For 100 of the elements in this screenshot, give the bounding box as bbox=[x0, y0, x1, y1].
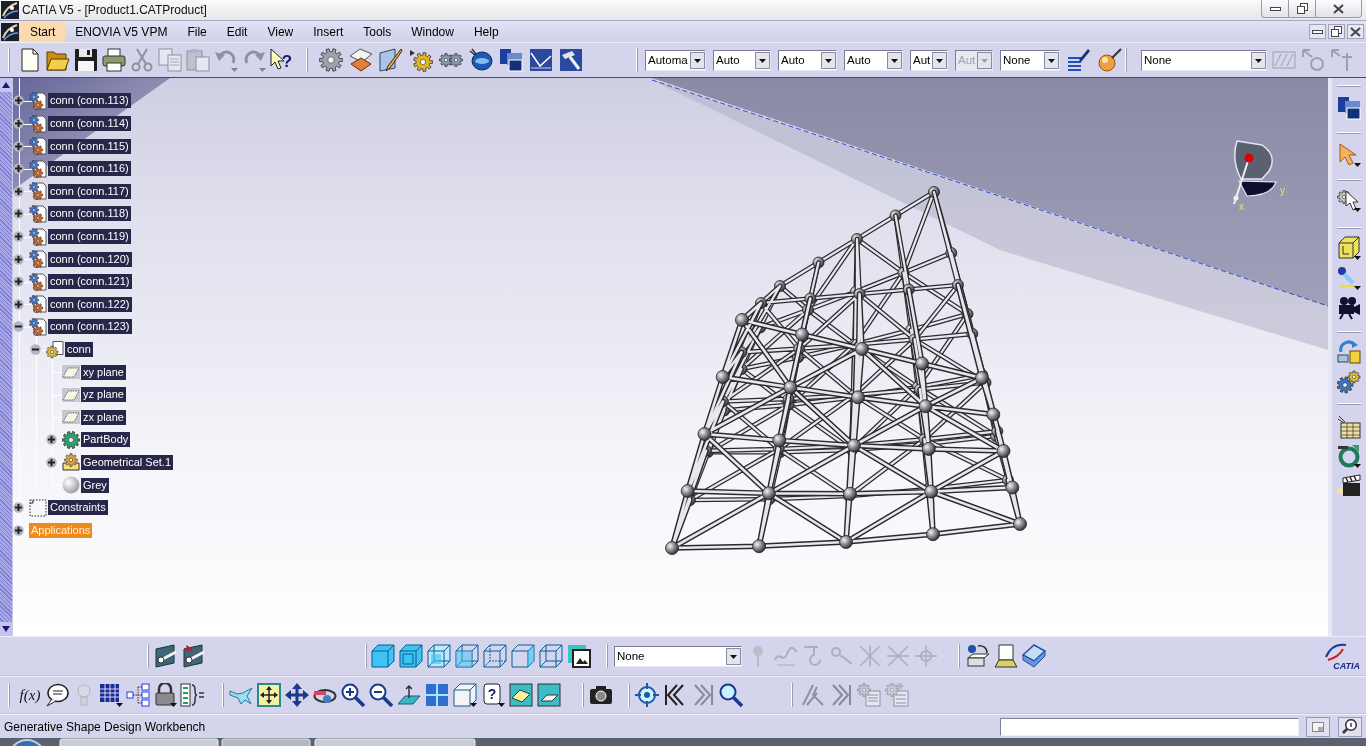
document-gears-icon[interactable] bbox=[29, 114, 47, 133]
squares-icon[interactable] bbox=[499, 48, 523, 72]
menu-item[interactable]: View bbox=[257, 21, 304, 42]
zoom-out-icon[interactable] bbox=[369, 683, 393, 707]
tree-item[interactable]: conn (conn.118) bbox=[48, 206, 131, 222]
document-gears-icon[interactable] bbox=[29, 92, 47, 110]
caret-icon[interactable] bbox=[1044, 51, 1059, 69]
plus-icon[interactable] bbox=[13, 118, 24, 130]
restore-button[interactable] bbox=[1328, 24, 1345, 39]
plus-icon[interactable] bbox=[13, 140, 24, 152]
plus-icon[interactable] bbox=[13, 163, 24, 175]
info-button[interactable] bbox=[1338, 716, 1362, 737]
formula-button[interactable]: f(x) bbox=[18, 683, 42, 707]
ball-box-icon[interactable] bbox=[966, 644, 990, 668]
dropdown[interactable]: None bbox=[1000, 49, 1060, 71]
plus-icon[interactable] bbox=[13, 231, 24, 243]
dropdown[interactable]: Auto bbox=[844, 49, 903, 71]
gear-page-icon[interactable] bbox=[46, 340, 64, 359]
caret-icon[interactable] bbox=[726, 647, 741, 665]
compass[interactable] bbox=[1233, 140, 1277, 205]
four-views-icon[interactable] bbox=[425, 683, 449, 707]
padlock-icon[interactable] bbox=[153, 683, 177, 707]
gear-pointer-icon[interactable] bbox=[1337, 188, 1361, 212]
movie-camera-icon[interactable] bbox=[1337, 296, 1361, 320]
tree-item[interactable]: conn (conn.123) bbox=[48, 319, 132, 335]
caret-icon[interactable] bbox=[1251, 51, 1266, 69]
plus-icon[interactable] bbox=[13, 208, 24, 220]
cube-icon[interactable] bbox=[539, 644, 563, 668]
tree-item[interactable]: yz plane bbox=[81, 387, 126, 403]
cube-icon[interactable] bbox=[399, 644, 423, 668]
document-gears-icon[interactable] bbox=[29, 295, 47, 314]
printer-icon[interactable] bbox=[102, 48, 126, 72]
document-gears-icon[interactable] bbox=[29, 250, 47, 269]
plane-arrow-icon[interactable] bbox=[155, 644, 179, 668]
tree-item[interactable]: conn (conn.114) bbox=[48, 116, 131, 132]
command-field[interactable] bbox=[1000, 717, 1299, 736]
caret-icon[interactable] bbox=[932, 51, 947, 69]
clapperboard-icon[interactable] bbox=[1337, 473, 1361, 497]
graph-lines-icon[interactable] bbox=[529, 48, 553, 72]
gear-icon[interactable] bbox=[319, 48, 343, 72]
minus-icon[interactable] bbox=[13, 321, 24, 333]
tree-item[interactable]: PartBody bbox=[81, 432, 131, 448]
camera-icon[interactable] bbox=[589, 683, 613, 707]
table-icon[interactable] bbox=[1337, 415, 1361, 439]
dropdown[interactable]: Auto bbox=[778, 49, 837, 71]
menu-item[interactable]: ENOVIA V5 VPM bbox=[65, 21, 178, 42]
dropdown[interactable]: Auto bbox=[713, 49, 771, 71]
gear-icon[interactable] bbox=[62, 430, 80, 449]
document-gears-icon[interactable] bbox=[29, 227, 47, 246]
tree-item[interactable]: conn (conn.117) bbox=[48, 183, 131, 199]
minimize-button[interactable] bbox=[1261, 0, 1289, 18]
scrollbar[interactable] bbox=[0, 78, 13, 636]
orbit-disc-icon[interactable] bbox=[469, 48, 493, 72]
plane-icon[interactable] bbox=[62, 385, 80, 404]
tree-item[interactable]: conn bbox=[65, 342, 93, 357]
tree-item[interactable]: Grey bbox=[81, 477, 109, 493]
gears-icon[interactable] bbox=[1337, 370, 1361, 394]
tree-item[interactable]: zx plane bbox=[81, 409, 126, 425]
tree-item[interactable]: conn (conn.116) bbox=[48, 161, 131, 177]
swap-arrow-icon[interactable] bbox=[1337, 340, 1361, 364]
app-icon[interactable] bbox=[1, 22, 19, 41]
tree-item[interactable]: Geometrical Set.1 bbox=[81, 455, 174, 470]
document-gears-icon[interactable] bbox=[29, 317, 47, 336]
pointer-arrow-icon[interactable] bbox=[1337, 143, 1361, 167]
close-button[interactable] bbox=[1347, 24, 1364, 39]
plus-icon[interactable] bbox=[13, 253, 24, 265]
document-gears-icon[interactable] bbox=[29, 272, 47, 291]
close-button[interactable] bbox=[1316, 0, 1362, 18]
plus-icon[interactable] bbox=[13, 185, 24, 197]
plus-icon[interactable] bbox=[46, 457, 57, 468]
tree-item[interactable]: conn (conn.121) bbox=[48, 274, 132, 290]
hierarchy-icon[interactable] bbox=[126, 683, 150, 707]
framed-picture-icon[interactable] bbox=[567, 644, 591, 668]
menu-item[interactable]: Edit bbox=[216, 21, 258, 42]
dotted-square-icon[interactable] bbox=[29, 498, 47, 517]
hammer-icon[interactable] bbox=[559, 48, 583, 72]
document-gears-icon[interactable] bbox=[29, 204, 47, 223]
menu-item[interactable]: Tools bbox=[353, 21, 402, 42]
document-gears-icon[interactable] bbox=[29, 182, 47, 201]
restore-button[interactable] bbox=[1289, 0, 1316, 18]
minus-icon[interactable] bbox=[30, 344, 41, 355]
cube-icon[interactable] bbox=[1337, 236, 1361, 260]
plus-icon[interactable] bbox=[13, 502, 24, 514]
cube-icon[interactable] bbox=[455, 644, 479, 668]
spotlight-icon[interactable] bbox=[1337, 266, 1361, 290]
caret-icon[interactable] bbox=[821, 51, 836, 69]
caret-icon[interactable] bbox=[887, 51, 902, 69]
plus-icon[interactable] bbox=[13, 276, 24, 288]
shading-icon[interactable] bbox=[509, 683, 533, 707]
document-gears-icon[interactable] bbox=[29, 137, 47, 156]
menu-item[interactable]: File bbox=[177, 21, 217, 42]
app-icon[interactable] bbox=[1, 1, 19, 19]
laptop-icon[interactable] bbox=[994, 644, 1018, 668]
speech-bubble-icon[interactable] bbox=[45, 683, 69, 707]
tree-item[interactable]: Constraints bbox=[48, 500, 108, 516]
menu-item[interactable]: Window bbox=[401, 21, 464, 42]
new-document-icon[interactable] bbox=[18, 48, 42, 72]
back-arrows-icon[interactable] bbox=[663, 683, 687, 707]
window-button[interactable] bbox=[1306, 716, 1330, 737]
caret-icon[interactable] bbox=[755, 51, 770, 69]
